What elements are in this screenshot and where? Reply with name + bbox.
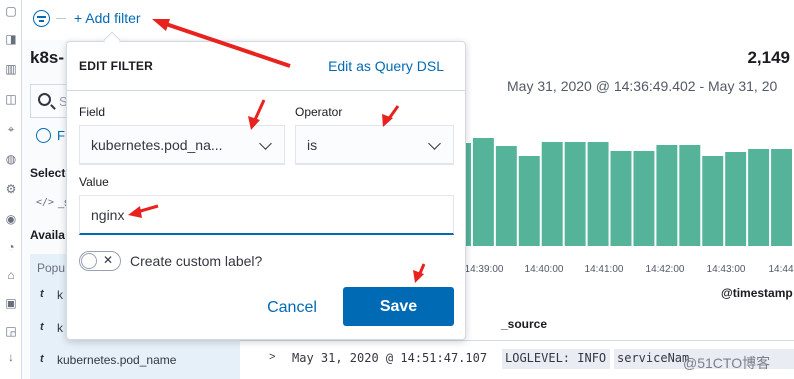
- histogram-bar[interactable]: [610, 151, 632, 246]
- filter-settings-icon[interactable]: [36, 128, 51, 143]
- custom-label-text: Create custom label?: [130, 253, 263, 269]
- watermark: @51CTO博客: [683, 355, 771, 371]
- nav-icon-2[interactable]: ◨: [4, 32, 18, 46]
- popular-fields-label: Popu: [37, 261, 66, 275]
- row-timestamp: May 31, 2020 @ 14:51:47.107: [292, 351, 488, 365]
- histogram-bar[interactable]: [564, 142, 586, 246]
- nav-icon-11[interactable]: ▣: [4, 296, 18, 310]
- x-axis-title: @timestamp: [721, 286, 793, 300]
- index-pattern-title[interactable]: k8s-: [30, 48, 64, 68]
- add-filter-link[interactable]: + Add filter: [74, 10, 141, 26]
- field-filter-hint[interactable]: F: [57, 128, 65, 143]
- search-icon: [38, 93, 51, 106]
- toggle-knob: [81, 253, 97, 269]
- divider: [240, 340, 794, 341]
- histogram-bar[interactable]: [518, 156, 540, 246]
- x-tick-label: 14:44: [768, 264, 794, 275]
- available-fields-title: Availa: [30, 228, 65, 242]
- edit-filter-popover: EDIT FILTER Edit as Query DSL Field kube…: [66, 41, 466, 340]
- cancel-button[interactable]: Cancel: [254, 288, 330, 328]
- code-icon: </>: [36, 197, 55, 208]
- operator-select[interactable]: is: [295, 125, 454, 165]
- nav-icon-13[interactable]: ↓: [4, 350, 18, 364]
- x-axis-ticks: 14:39:00 14:40:00 14:41:00 14:42:00 14:43:00…: [450, 264, 794, 280]
- value-input[interactable]: [79, 195, 454, 235]
- nav-icon-9[interactable]: ◔: [4, 240, 18, 254]
- nav-icon-4[interactable]: ◫: [4, 92, 18, 106]
- close-icon: ✕: [103, 253, 114, 267]
- x-tick-label: 14:43:00: [706, 264, 746, 275]
- nav-icon-3[interactable]: ▥: [4, 62, 18, 76]
- histogram-bar[interactable]: [472, 138, 494, 246]
- edit-as-query-dsl-link[interactable]: Edit as Query DSL: [328, 58, 444, 74]
- histogram-bar[interactable]: [587, 142, 609, 246]
- save-button[interactable]: Save: [343, 287, 454, 326]
- field-select-value: kubernetes.pod_na...: [91, 137, 223, 153]
- field-item[interactable]: k: [57, 321, 63, 335]
- histogram-bar[interactable]: [771, 149, 792, 246]
- filter-divider: [56, 18, 66, 19]
- histogram-bar[interactable]: [656, 145, 678, 246]
- x-tick-label: 14:40:00: [524, 264, 564, 275]
- x-tick-label: 14:39:00: [464, 264, 504, 275]
- histogram-bar[interactable]: [495, 146, 517, 246]
- nav-icon-1[interactable]: ▢: [4, 4, 18, 18]
- histogram-bar[interactable]: [541, 142, 563, 246]
- field-item-pod-name[interactable]: kubernetes.pod_name: [57, 353, 176, 367]
- popover-title: EDIT FILTER: [79, 59, 153, 73]
- string-type-icon: t: [40, 288, 44, 300]
- time-range: May 31, 2020 @ 14:36:49.402 - May 31, 20: [507, 78, 778, 94]
- chevron-down-icon: [428, 137, 441, 150]
- field-item[interactable]: k: [57, 288, 63, 302]
- histogram-bar[interactable]: [702, 156, 724, 246]
- nav-icon-5[interactable]: ⌖: [4, 122, 18, 136]
- expand-row-icon[interactable]: >: [269, 351, 275, 363]
- nav-icon-10[interactable]: ⌂: [4, 268, 18, 282]
- hits-count: 2,149: [747, 48, 790, 67]
- loglevel-field: LOGLEVEL: INFO: [502, 349, 610, 369]
- nav-icon-6[interactable]: ◍: [4, 152, 18, 166]
- x-tick-label: 14:41:00: [584, 264, 624, 275]
- filter-menu-icon[interactable]: [33, 10, 50, 27]
- histogram-bar[interactable]: [679, 145, 701, 246]
- histogram-bar[interactable]: [748, 149, 770, 246]
- custom-label-toggle[interactable]: ✕: [79, 251, 121, 271]
- divider: [67, 90, 465, 91]
- field-label: Field: [79, 105, 106, 119]
- histogram-bar[interactable]: [633, 151, 655, 246]
- field-select[interactable]: kubernetes.pod_na...: [79, 125, 285, 165]
- operator-select-value: is: [307, 137, 318, 153]
- string-type-icon: t: [40, 321, 44, 333]
- nav-icon-8[interactable]: ◉: [4, 212, 18, 226]
- source-column-header: _source: [501, 317, 548, 331]
- filter-bar: + Add filter: [22, 0, 794, 40]
- histogram-bar[interactable]: [725, 152, 747, 246]
- nav-icon-12[interactable]: ◲: [4, 324, 18, 338]
- nav-icon-7[interactable]: ⚙: [4, 182, 18, 196]
- chevron-down-icon: [259, 137, 272, 150]
- x-tick-label: 14:42:00: [645, 264, 685, 275]
- histogram-chart: [450, 138, 792, 246]
- string-type-icon: t: [40, 353, 44, 365]
- operator-label: Operator: [295, 105, 343, 119]
- value-label: Value: [79, 175, 109, 189]
- nav-rail: ▢ ◨ ▥ ◫ ⌖ ◍ ⚙ ◉ ◔ ⌂ ▣ ◲ ↓: [0, 0, 22, 379]
